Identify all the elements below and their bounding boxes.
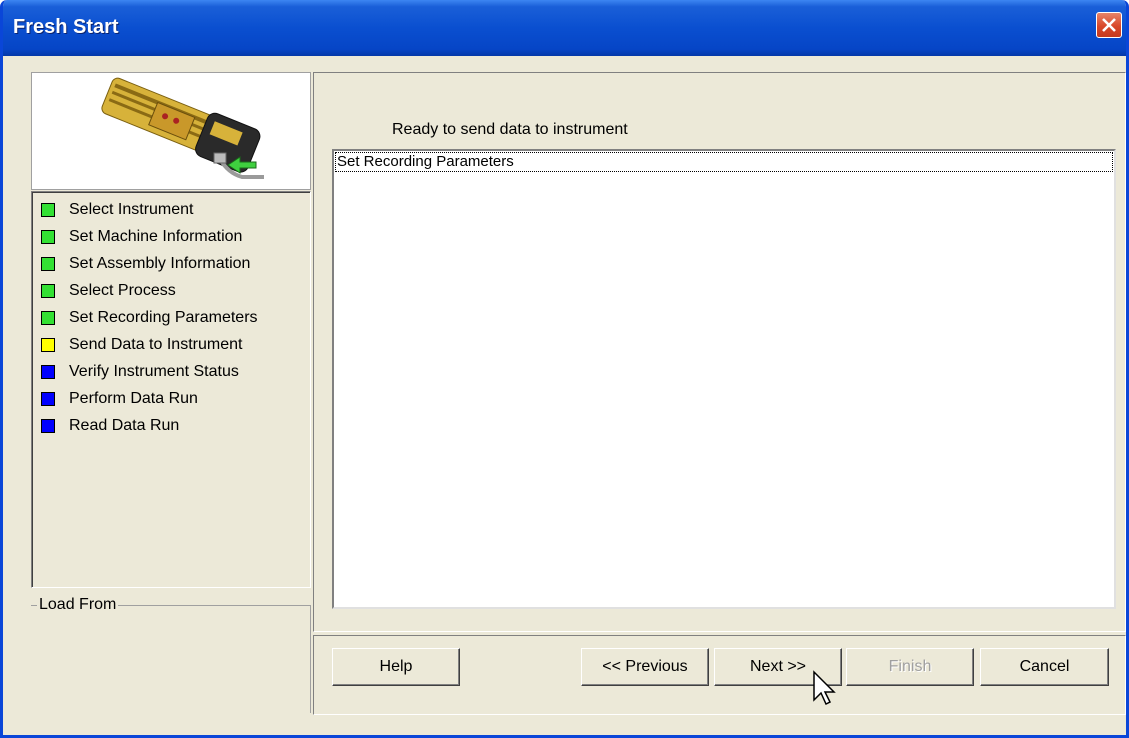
help-button[interactable]: Help [332,648,460,686]
step-label: Set Machine Information [69,227,243,245]
wizard-sidebar: Select Instrument Set Machine Informatio… [31,72,311,714]
step-label: Send Data to Instrument [69,335,243,353]
finish-button: Finish [846,648,974,686]
window-title: Fresh Start [13,16,119,38]
step-status-indicator [41,256,55,271]
step-item: Select Instrument [41,196,194,223]
cancel-button[interactable]: Cancel [980,648,1109,686]
dialog-client-area: Select Instrument Set Machine Informatio… [3,56,1126,735]
step-status-indicator [41,391,55,406]
list-item[interactable]: Set Recording Parameters [335,152,1113,172]
title-bar[interactable]: Fresh Start [3,0,1126,56]
step-label: Set Assembly Information [69,254,251,272]
previous-button[interactable]: << Previous [581,648,709,686]
step-item: Set Recording Parameters [41,304,258,331]
step-item: Send Data to Instrument [41,331,242,358]
load-from-group: Load From [31,596,311,713]
instrument-device-icon [101,77,264,179]
instrument-image [31,72,311,190]
mouse-cursor-icon [813,670,836,706]
step-item: Set Assembly Information [41,250,250,277]
main-panel: Ready to send data to instrument Set Rec… [313,72,1126,632]
ready-label: Ready to send data to instrument [392,121,628,138]
button-bar: Help << Previous Next >> Finish Cancel [313,635,1126,715]
step-label: Verify Instrument Status [69,362,239,380]
step-label: Set Recording Parameters [69,308,258,326]
load-from-label: Load From [37,596,119,614]
close-icon [1102,18,1116,32]
parameters-listbox[interactable]: Set Recording Parameters [332,149,1116,609]
step-label: Perform Data Run [69,389,198,407]
steps-list: Select Instrument Set Machine Informatio… [31,191,311,588]
step-status-indicator [41,283,55,298]
wizard-window: Fresh Start Select Instrument Set Machin… [0,0,1129,738]
step-item: Verify Instrument Status [41,358,239,385]
step-item: Perform Data Run [41,385,198,412]
step-item: Read Data Run [41,412,179,439]
step-label: Select Instrument [69,200,194,218]
step-label: Read Data Run [69,416,180,434]
step-status-indicator [41,229,55,244]
step-status-indicator [41,337,55,352]
step-item: Set Machine Information [41,223,242,250]
step-item: Select Process [41,277,176,304]
step-status-indicator [41,310,55,325]
step-status-indicator [41,202,55,217]
close-button[interactable] [1096,12,1122,38]
step-status-indicator [41,418,55,433]
step-label: Select Process [69,281,176,299]
step-status-indicator [41,364,55,379]
